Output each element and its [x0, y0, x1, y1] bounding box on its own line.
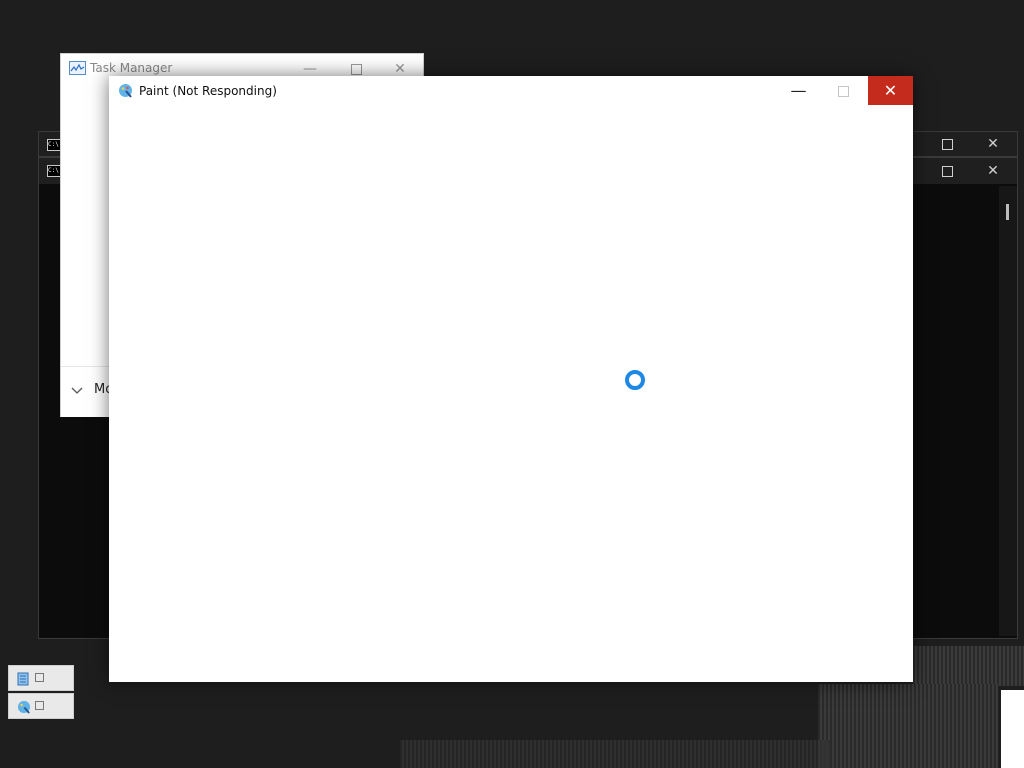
scrollbar-thumb[interactable] — [1006, 204, 1009, 220]
loading-spinner-icon — [625, 370, 645, 390]
console-icon: C:\ — [47, 165, 61, 177]
window-title: Paint (Not Responding) — [139, 84, 277, 98]
task-manager-icon — [69, 61, 86, 75]
minimize-button[interactable]: — — [776, 76, 821, 105]
maximize-icon — [941, 165, 953, 177]
glitch-artifact — [400, 740, 830, 768]
close-button[interactable]: ✕ — [868, 76, 913, 105]
maximize-icon — [838, 86, 849, 97]
glitch-artifact — [818, 684, 998, 768]
close-button[interactable]: ✕ — [970, 158, 1016, 184]
maximize-icon — [941, 138, 953, 150]
chevron-down-icon — [71, 384, 83, 398]
copy-icon — [35, 701, 44, 710]
window-title: Task Manager — [90, 61, 173, 75]
maximize-button[interactable] — [924, 158, 970, 184]
console-scrollbar[interactable] — [999, 186, 1017, 636]
taskbar-thumbnail-paint[interactable] — [8, 693, 74, 719]
copy-icon — [35, 673, 44, 682]
notepad-icon — [17, 671, 29, 686]
taskbar-thumbnail-notepad[interactable] — [8, 665, 74, 691]
close-button[interactable]: ✕ — [970, 131, 1016, 157]
maximize-button[interactable] — [924, 131, 970, 157]
paint-window: Paint (Not Responding) — ✕ — [109, 76, 913, 682]
glitch-artifact — [913, 646, 1024, 686]
maximize-icon — [350, 63, 362, 75]
paint-icon — [17, 699, 31, 714]
maximize-button[interactable] — [821, 76, 866, 105]
glitch-artifact — [1001, 690, 1024, 768]
console-icon: C:\ — [47, 139, 61, 151]
paint-icon — [118, 83, 133, 98]
